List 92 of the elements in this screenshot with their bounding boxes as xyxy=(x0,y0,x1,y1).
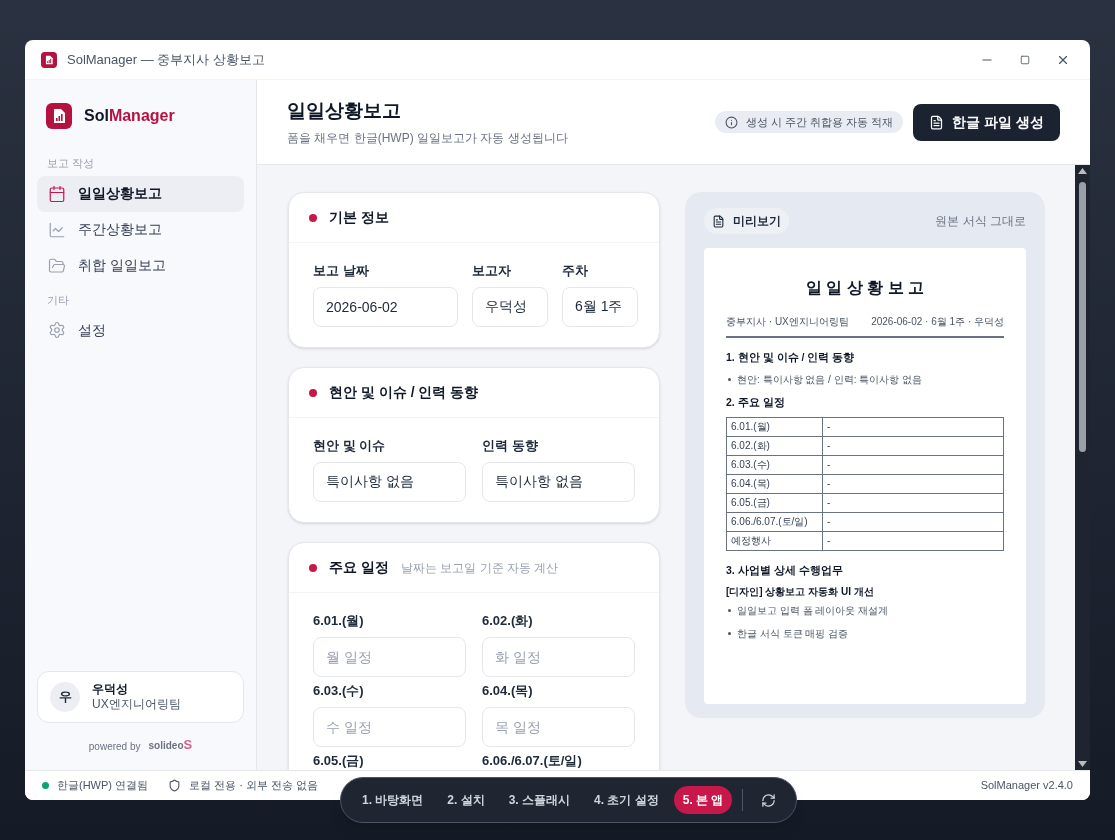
document-meta: 2026-06-02 · 6월 1주 · 우덕성 xyxy=(871,315,1004,329)
table-cell: 6.03.(수) xyxy=(726,455,823,474)
line-chart-icon xyxy=(48,220,66,239)
field-label: 보고 날짜 xyxy=(313,263,370,279)
refresh-icon[interactable] xyxy=(761,792,777,808)
nav-item[interactable]: 주간상황보고 xyxy=(37,211,244,248)
input-field[interactable]: 목 일정 xyxy=(482,707,635,747)
table-cell: - xyxy=(822,493,1004,512)
table-cell: - xyxy=(822,474,1004,493)
document-bullet: 현안: 특이사항 없음 / 인력: 특이사항 없음 xyxy=(737,372,922,387)
card-title: 현안 및 이슈 / 인력 동향 xyxy=(329,383,479,402)
scroll-up-icon[interactable] xyxy=(1078,168,1087,174)
field-label: 현안 및 이슈 xyxy=(313,438,387,454)
input-field[interactable]: 6월 1주 xyxy=(562,287,638,327)
preview-badge: 미리보기 xyxy=(704,208,789,234)
table-cell: - xyxy=(822,455,1004,474)
maximize-icon[interactable] xyxy=(1020,54,1030,65)
input-field[interactable]: 2026-06-02 xyxy=(313,287,458,327)
info-badge: 생성 시 주간 취합용 자동 적재 xyxy=(714,110,904,134)
partner-logo: solideoS xyxy=(148,735,193,754)
input-field[interactable]: 수 일정 xyxy=(313,707,466,747)
card-hint: 날짜는 보고일 기준 자동 계산 xyxy=(400,559,559,577)
settings-icon xyxy=(48,321,66,339)
input-field[interactable]: 월 일정 xyxy=(313,637,466,677)
table-cell: 6.02.(화) xyxy=(726,436,823,455)
step-tab[interactable]: 4. 초기 설정 xyxy=(585,786,668,814)
document-heading: 3. 사업별 상세 수행업무 xyxy=(726,562,844,578)
nav-item[interactable]: 취합 일일보고 xyxy=(37,247,244,284)
document-bullet: 한글 서식 토큰 매핑 검증 xyxy=(737,627,849,642)
window-title: SolManager — 중부지사 상황보고 xyxy=(67,50,265,69)
document-icon xyxy=(929,114,945,130)
document-heading: 2. 주요 일정 xyxy=(726,394,786,410)
scroll-thumb[interactable] xyxy=(1079,182,1086,452)
connection-status: 한글(HWP) 연결됨 xyxy=(57,778,149,794)
table-cell: 6.05.(금) xyxy=(726,493,823,512)
page-title: 일일상황보고 xyxy=(287,98,402,123)
section-heading: 기타 xyxy=(46,292,70,308)
user-avatar: 우 xyxy=(50,681,80,712)
table-cell: - xyxy=(822,512,1004,531)
field-label: 인력 동향 xyxy=(482,438,539,454)
info-icon xyxy=(724,115,738,129)
table-cell: - xyxy=(822,417,1004,436)
nav-item[interactable]: 설정 xyxy=(37,312,244,348)
document-bullet: 일일보고 입력 폼 레이아웃 재설계 xyxy=(737,604,889,619)
shield-icon xyxy=(168,779,182,792)
field-label: 6.02.(화) xyxy=(482,613,534,629)
card-title: 기본 정보 xyxy=(329,208,389,227)
scrollbar[interactable] xyxy=(1075,165,1090,770)
table-cell: 6.06./6.07.(토/일) xyxy=(726,512,823,531)
page-subtitle: 폼을 채우면 한글(HWP) 일일보고가 자동 생성됩니다 xyxy=(287,130,568,148)
step-tab[interactable]: 2. 설치 xyxy=(438,786,494,814)
table-cell: 6.01.(월) xyxy=(726,417,823,436)
input-field[interactable]: 우덕성 xyxy=(472,287,548,327)
document-icon xyxy=(712,214,725,228)
field-label: 주차 xyxy=(562,263,589,279)
user-name: 우덕성 xyxy=(92,681,129,697)
privacy-status: 로컬 전용 · 외부 전송 없음 xyxy=(189,778,318,794)
document-meta: 중부지사 · UX엔지니어링팀 xyxy=(726,315,849,329)
document-title: 일 일 상 황 보 고 xyxy=(805,278,925,298)
input-field[interactable]: 화 일정 xyxy=(482,637,635,677)
user-team: UX엔지니어링팀 xyxy=(92,696,181,712)
field-label: 6.05.(금) xyxy=(313,753,365,769)
step-tab[interactable]: 1. 바탕화면 xyxy=(353,786,433,814)
step-tab[interactable]: 3. 스플래시 xyxy=(499,786,580,814)
document-subheading: [디자인] 상황보고 자동화 UI 개선 xyxy=(726,585,875,600)
version-label: SolManager v2.4.0 xyxy=(980,778,1073,794)
step-tab[interactable]: 5. 본 앱 xyxy=(673,786,733,814)
section-heading: 보고 작성 xyxy=(46,156,96,171)
field-label: 6.06./6.07.(토/일) xyxy=(482,753,583,769)
folder-icon xyxy=(48,256,66,275)
input-field[interactable]: 특이사항 없음 xyxy=(313,462,466,502)
field-label: 보고자 xyxy=(472,263,512,279)
generate-button[interactable]: 한글 파일 생성 xyxy=(913,103,1060,141)
card-title: 주요 일정 xyxy=(329,558,389,577)
user-card[interactable]: 우 우덕성 UX엔지니어링팀 xyxy=(37,670,244,723)
app-logo-icon xyxy=(46,103,72,129)
app-logo-icon xyxy=(41,51,57,68)
powered-by-text: powered by xyxy=(88,740,141,754)
table-cell: 예정행사 xyxy=(726,531,823,550)
scroll-down-icon[interactable] xyxy=(1078,761,1087,767)
input-field[interactable]: 특이사항 없음 xyxy=(482,462,635,502)
document-heading: 1. 현안 및 이슈 / 인력 동향 xyxy=(726,350,856,365)
field-label: 6.01.(월) xyxy=(313,613,365,629)
calendar-icon xyxy=(48,184,66,203)
table-cell: - xyxy=(822,436,1004,455)
table-cell: 6.04.(목) xyxy=(726,474,823,493)
field-label: 6.03.(수) xyxy=(313,683,365,699)
field-label: 6.04.(목) xyxy=(482,683,534,699)
brand-name: SolManager xyxy=(84,106,175,126)
preview-note: 원본 서식 그대로 xyxy=(935,213,1026,230)
table-cell: - xyxy=(822,531,1004,550)
nav-item[interactable]: 일일상황보고 xyxy=(37,175,244,212)
